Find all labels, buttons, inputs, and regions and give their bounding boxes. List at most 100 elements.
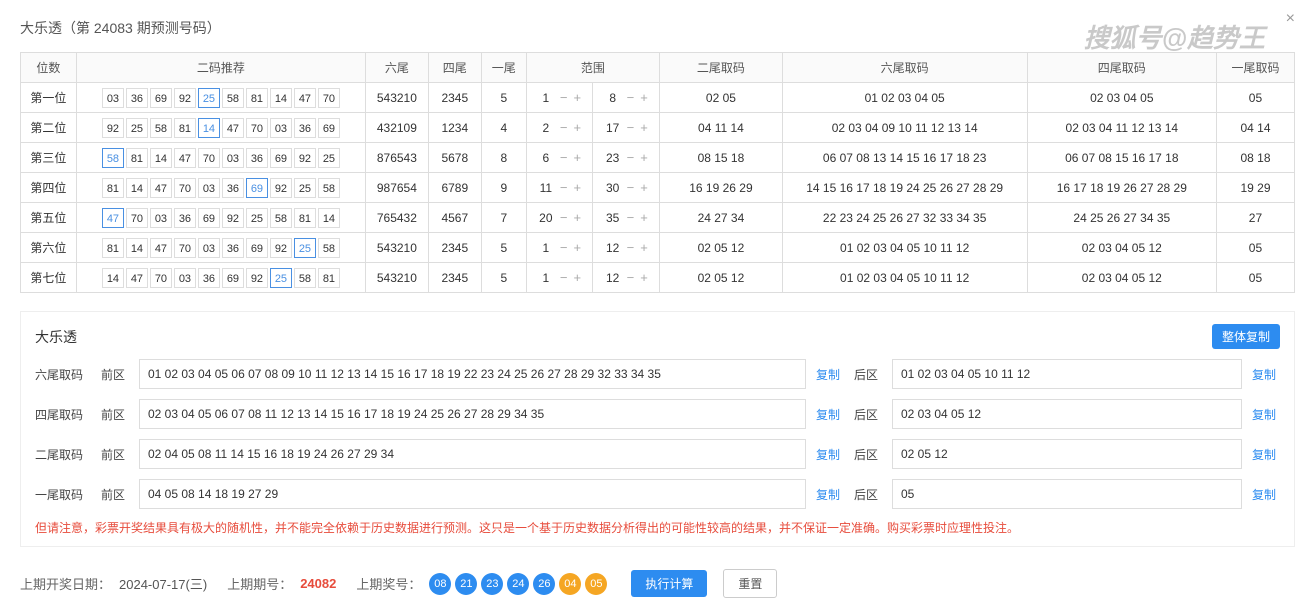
back-input[interactable] — [892, 479, 1242, 509]
code-box[interactable]: 92 — [270, 178, 292, 198]
plus-icon[interactable]: + — [573, 210, 581, 225]
code-box[interactable]: 92 — [174, 88, 196, 108]
code-box[interactable]: 69 — [150, 88, 172, 108]
minus-icon[interactable]: − — [560, 90, 568, 105]
code-box[interactable]: 36 — [174, 208, 196, 228]
plus-icon[interactable]: + — [573, 120, 581, 135]
code-box[interactable]: 47 — [174, 148, 196, 168]
code-box[interactable]: 25 — [198, 88, 220, 108]
code-box[interactable]: 03 — [198, 238, 220, 258]
code-box[interactable]: 47 — [150, 178, 172, 198]
code-box[interactable]: 81 — [246, 88, 268, 108]
plus-icon[interactable]: + — [640, 150, 648, 165]
code-box[interactable]: 25 — [126, 118, 148, 138]
copy-button[interactable]: 复制 — [1252, 406, 1280, 423]
code-box[interactable]: 69 — [318, 118, 340, 138]
code-box[interactable]: 92 — [102, 118, 124, 138]
code-box[interactable]: 14 — [126, 238, 148, 258]
front-input[interactable] — [139, 479, 806, 509]
plus-icon[interactable]: + — [573, 90, 581, 105]
back-input[interactable] — [892, 359, 1242, 389]
code-box[interactable]: 03 — [174, 268, 196, 288]
code-box[interactable]: 14 — [318, 208, 340, 228]
code-box[interactable]: 47 — [294, 88, 316, 108]
code-box[interactable]: 36 — [294, 118, 316, 138]
minus-icon[interactable]: − — [560, 210, 568, 225]
plus-icon[interactable]: + — [573, 240, 581, 255]
minus-icon[interactable]: − — [627, 90, 635, 105]
code-box[interactable]: 03 — [198, 178, 220, 198]
minus-icon[interactable]: − — [560, 150, 568, 165]
copy-all-button[interactable]: 整体复制 — [1212, 324, 1280, 349]
code-box[interactable]: 92 — [222, 208, 244, 228]
minus-icon[interactable]: − — [627, 150, 635, 165]
minus-icon[interactable]: − — [627, 120, 635, 135]
front-input[interactable] — [139, 439, 806, 469]
minus-icon[interactable]: − — [627, 180, 635, 195]
code-box[interactable]: 03 — [270, 118, 292, 138]
back-input[interactable] — [892, 439, 1242, 469]
code-box[interactable]: 47 — [102, 208, 124, 228]
code-box[interactable]: 81 — [102, 238, 124, 258]
code-box[interactable]: 47 — [222, 118, 244, 138]
minus-icon[interactable]: − — [560, 120, 568, 135]
code-box[interactable]: 70 — [198, 148, 220, 168]
copy-button[interactable]: 复制 — [816, 406, 844, 423]
copy-button[interactable]: 复制 — [816, 366, 844, 383]
plus-icon[interactable]: + — [640, 180, 648, 195]
plus-icon[interactable]: + — [640, 210, 648, 225]
code-box[interactable]: 70 — [150, 268, 172, 288]
back-input[interactable] — [892, 399, 1242, 429]
plus-icon[interactable]: + — [573, 180, 581, 195]
code-box[interactable]: 25 — [318, 148, 340, 168]
code-box[interactable]: 58 — [222, 88, 244, 108]
code-box[interactable]: 14 — [198, 118, 220, 138]
code-box[interactable]: 70 — [174, 238, 196, 258]
front-input[interactable] — [139, 359, 806, 389]
code-box[interactable]: 81 — [318, 268, 340, 288]
code-box[interactable]: 25 — [270, 268, 292, 288]
code-box[interactable]: 81 — [102, 178, 124, 198]
plus-icon[interactable]: + — [573, 150, 581, 165]
code-box[interactable]: 03 — [102, 88, 124, 108]
plus-icon[interactable]: + — [640, 240, 648, 255]
code-box[interactable]: 25 — [294, 178, 316, 198]
code-box[interactable]: 58 — [318, 178, 340, 198]
code-box[interactable]: 58 — [102, 148, 124, 168]
code-box[interactable]: 36 — [222, 178, 244, 198]
close-icon[interactable]: × — [1286, 10, 1295, 28]
code-box[interactable]: 14 — [102, 268, 124, 288]
code-box[interactable]: 47 — [150, 238, 172, 258]
execute-button[interactable]: 执行计算 — [631, 570, 707, 597]
code-box[interactable]: 25 — [294, 238, 316, 258]
plus-icon[interactable]: + — [640, 120, 648, 135]
copy-button[interactable]: 复制 — [1252, 366, 1280, 383]
copy-button[interactable]: 复制 — [816, 486, 844, 503]
copy-button[interactable]: 复制 — [1252, 446, 1280, 463]
minus-icon[interactable]: − — [627, 240, 635, 255]
code-box[interactable]: 58 — [294, 268, 316, 288]
code-box[interactable]: 70 — [246, 118, 268, 138]
code-box[interactable]: 58 — [270, 208, 292, 228]
code-box[interactable]: 69 — [246, 178, 268, 198]
code-box[interactable]: 03 — [150, 208, 172, 228]
code-box[interactable]: 69 — [222, 268, 244, 288]
code-box[interactable]: 36 — [126, 88, 148, 108]
minus-icon[interactable]: − — [560, 180, 568, 195]
code-box[interactable]: 58 — [150, 118, 172, 138]
code-box[interactable]: 36 — [246, 148, 268, 168]
code-box[interactable]: 81 — [126, 148, 148, 168]
code-box[interactable]: 36 — [222, 238, 244, 258]
code-box[interactable]: 81 — [294, 208, 316, 228]
code-box[interactable]: 69 — [246, 238, 268, 258]
plus-icon[interactable]: + — [640, 90, 648, 105]
copy-button[interactable]: 复制 — [1252, 486, 1280, 503]
front-input[interactable] — [139, 399, 806, 429]
code-box[interactable]: 69 — [198, 208, 220, 228]
code-box[interactable]: 92 — [246, 268, 268, 288]
code-box[interactable]: 14 — [126, 178, 148, 198]
code-box[interactable]: 92 — [270, 238, 292, 258]
code-box[interactable]: 70 — [126, 208, 148, 228]
code-box[interactable]: 58 — [318, 238, 340, 258]
minus-icon[interactable]: − — [560, 270, 568, 285]
